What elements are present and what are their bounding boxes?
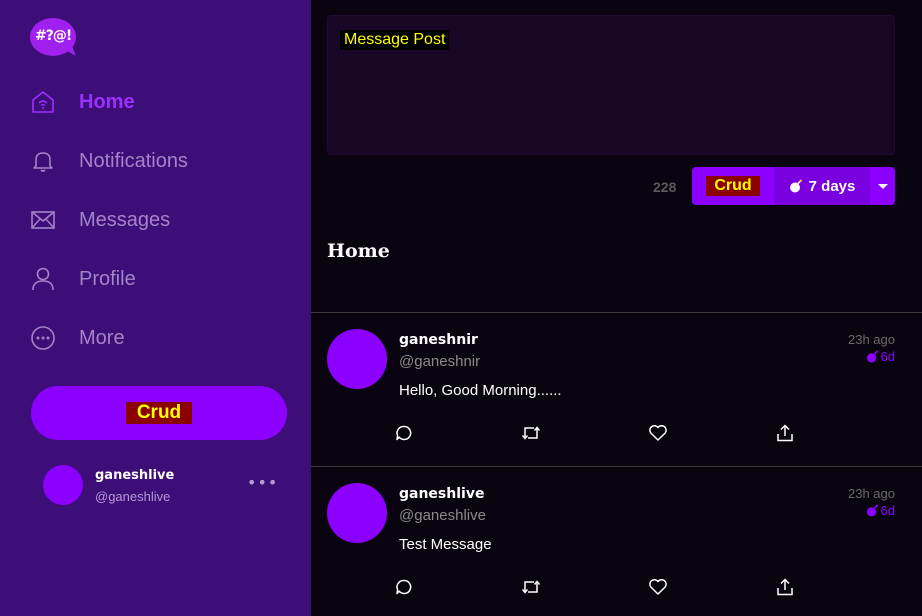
crud-button-label: Crud — [125, 402, 193, 424]
post-expiry: 6d — [866, 349, 895, 364]
logo-text: #?@! — [35, 28, 72, 44]
nav-label-more: More — [79, 326, 125, 349]
bell-icon — [30, 148, 56, 174]
reply-icon[interactable] — [394, 577, 414, 597]
caret-down-icon — [877, 183, 888, 189]
bomb-icon — [866, 504, 878, 517]
post-button-label: Crud — [706, 176, 760, 196]
post-expiry: 6d — [866, 503, 895, 518]
duration-button[interactable]: 7 days — [774, 167, 870, 205]
post-author-name[interactable]: ganeshlive — [399, 486, 484, 502]
post-author-name[interactable]: ganeshnir — [399, 332, 478, 348]
avatar — [43, 465, 83, 505]
sidebar: #?@! Home Notifications Messages Profile… — [0, 0, 311, 616]
home-icon — [30, 89, 56, 115]
avatar[interactable] — [327, 329, 387, 389]
main-content: Message Post 228 Crud 7 days Home ganesh… — [311, 0, 922, 616]
page-title: Home — [327, 240, 390, 262]
nav-item-messages[interactable]: Messages — [30, 202, 170, 238]
post-timestamp: 23h ago — [848, 486, 895, 501]
crud-button[interactable]: Crud — [31, 386, 287, 440]
message-input-placeholder: Message Post — [340, 30, 450, 50]
account-menu-icon[interactable]: ••• — [247, 473, 278, 492]
repost-icon[interactable] — [521, 423, 541, 443]
nav-item-more[interactable]: More — [30, 320, 125, 356]
user-icon — [30, 266, 56, 292]
nav-label-home: Home — [79, 90, 135, 113]
post-text: Test Message — [399, 536, 492, 553]
logo[interactable]: #?@! — [30, 18, 78, 60]
post-expiry-label: 6d — [880, 503, 895, 518]
post-card[interactable]: ganeshlive @ganeshlive 23h ago 6d Test M… — [311, 467, 922, 616]
account-handle: @ganeshlive — [95, 489, 171, 504]
account-switcher[interactable]: ganeshlive @ganeshlive ••• — [43, 465, 283, 505]
share-icon[interactable] — [775, 423, 795, 443]
post-author-handle: @ganeshlive — [399, 507, 486, 524]
duration-label: 7 days — [808, 177, 856, 195]
mail-icon — [30, 207, 56, 233]
account-name: ganeshlive — [95, 468, 175, 483]
post-text: Hello, Good Morning...... — [399, 382, 562, 399]
post-expiry-label: 6d — [880, 349, 895, 364]
char-count: 228 — [653, 179, 677, 195]
nav-label-messages: Messages — [79, 208, 171, 231]
nav-item-notifications[interactable]: Notifications — [30, 143, 188, 179]
bomb-icon — [866, 350, 878, 363]
nav-label-notifications: Notifications — [79, 149, 188, 172]
repost-icon[interactable] — [521, 577, 541, 597]
like-icon[interactable] — [648, 577, 668, 597]
avatar[interactable] — [327, 483, 387, 543]
post-card[interactable]: ganeshnir @ganeshnir 23h ago 6d Hello, G… — [311, 313, 922, 467]
like-icon[interactable] — [648, 423, 668, 443]
nav-label-profile: Profile — [79, 267, 136, 290]
post-button[interactable]: Crud — [692, 167, 774, 205]
more-circle-icon — [30, 325, 56, 351]
duration-dropdown-toggle[interactable] — [870, 167, 895, 205]
message-input[interactable]: Message Post — [327, 15, 895, 155]
reply-icon[interactable] — [394, 423, 414, 443]
post-timestamp: 23h ago — [848, 332, 895, 347]
bomb-icon — [789, 179, 803, 193]
share-icon[interactable] — [775, 577, 795, 597]
logo-bubble-tail — [62, 44, 76, 60]
post-button-group: Crud 7 days — [692, 167, 895, 205]
nav-item-profile[interactable]: Profile — [30, 261, 136, 297]
nav-item-home[interactable]: Home — [30, 84, 135, 120]
post-author-handle: @ganeshnir — [399, 353, 481, 370]
